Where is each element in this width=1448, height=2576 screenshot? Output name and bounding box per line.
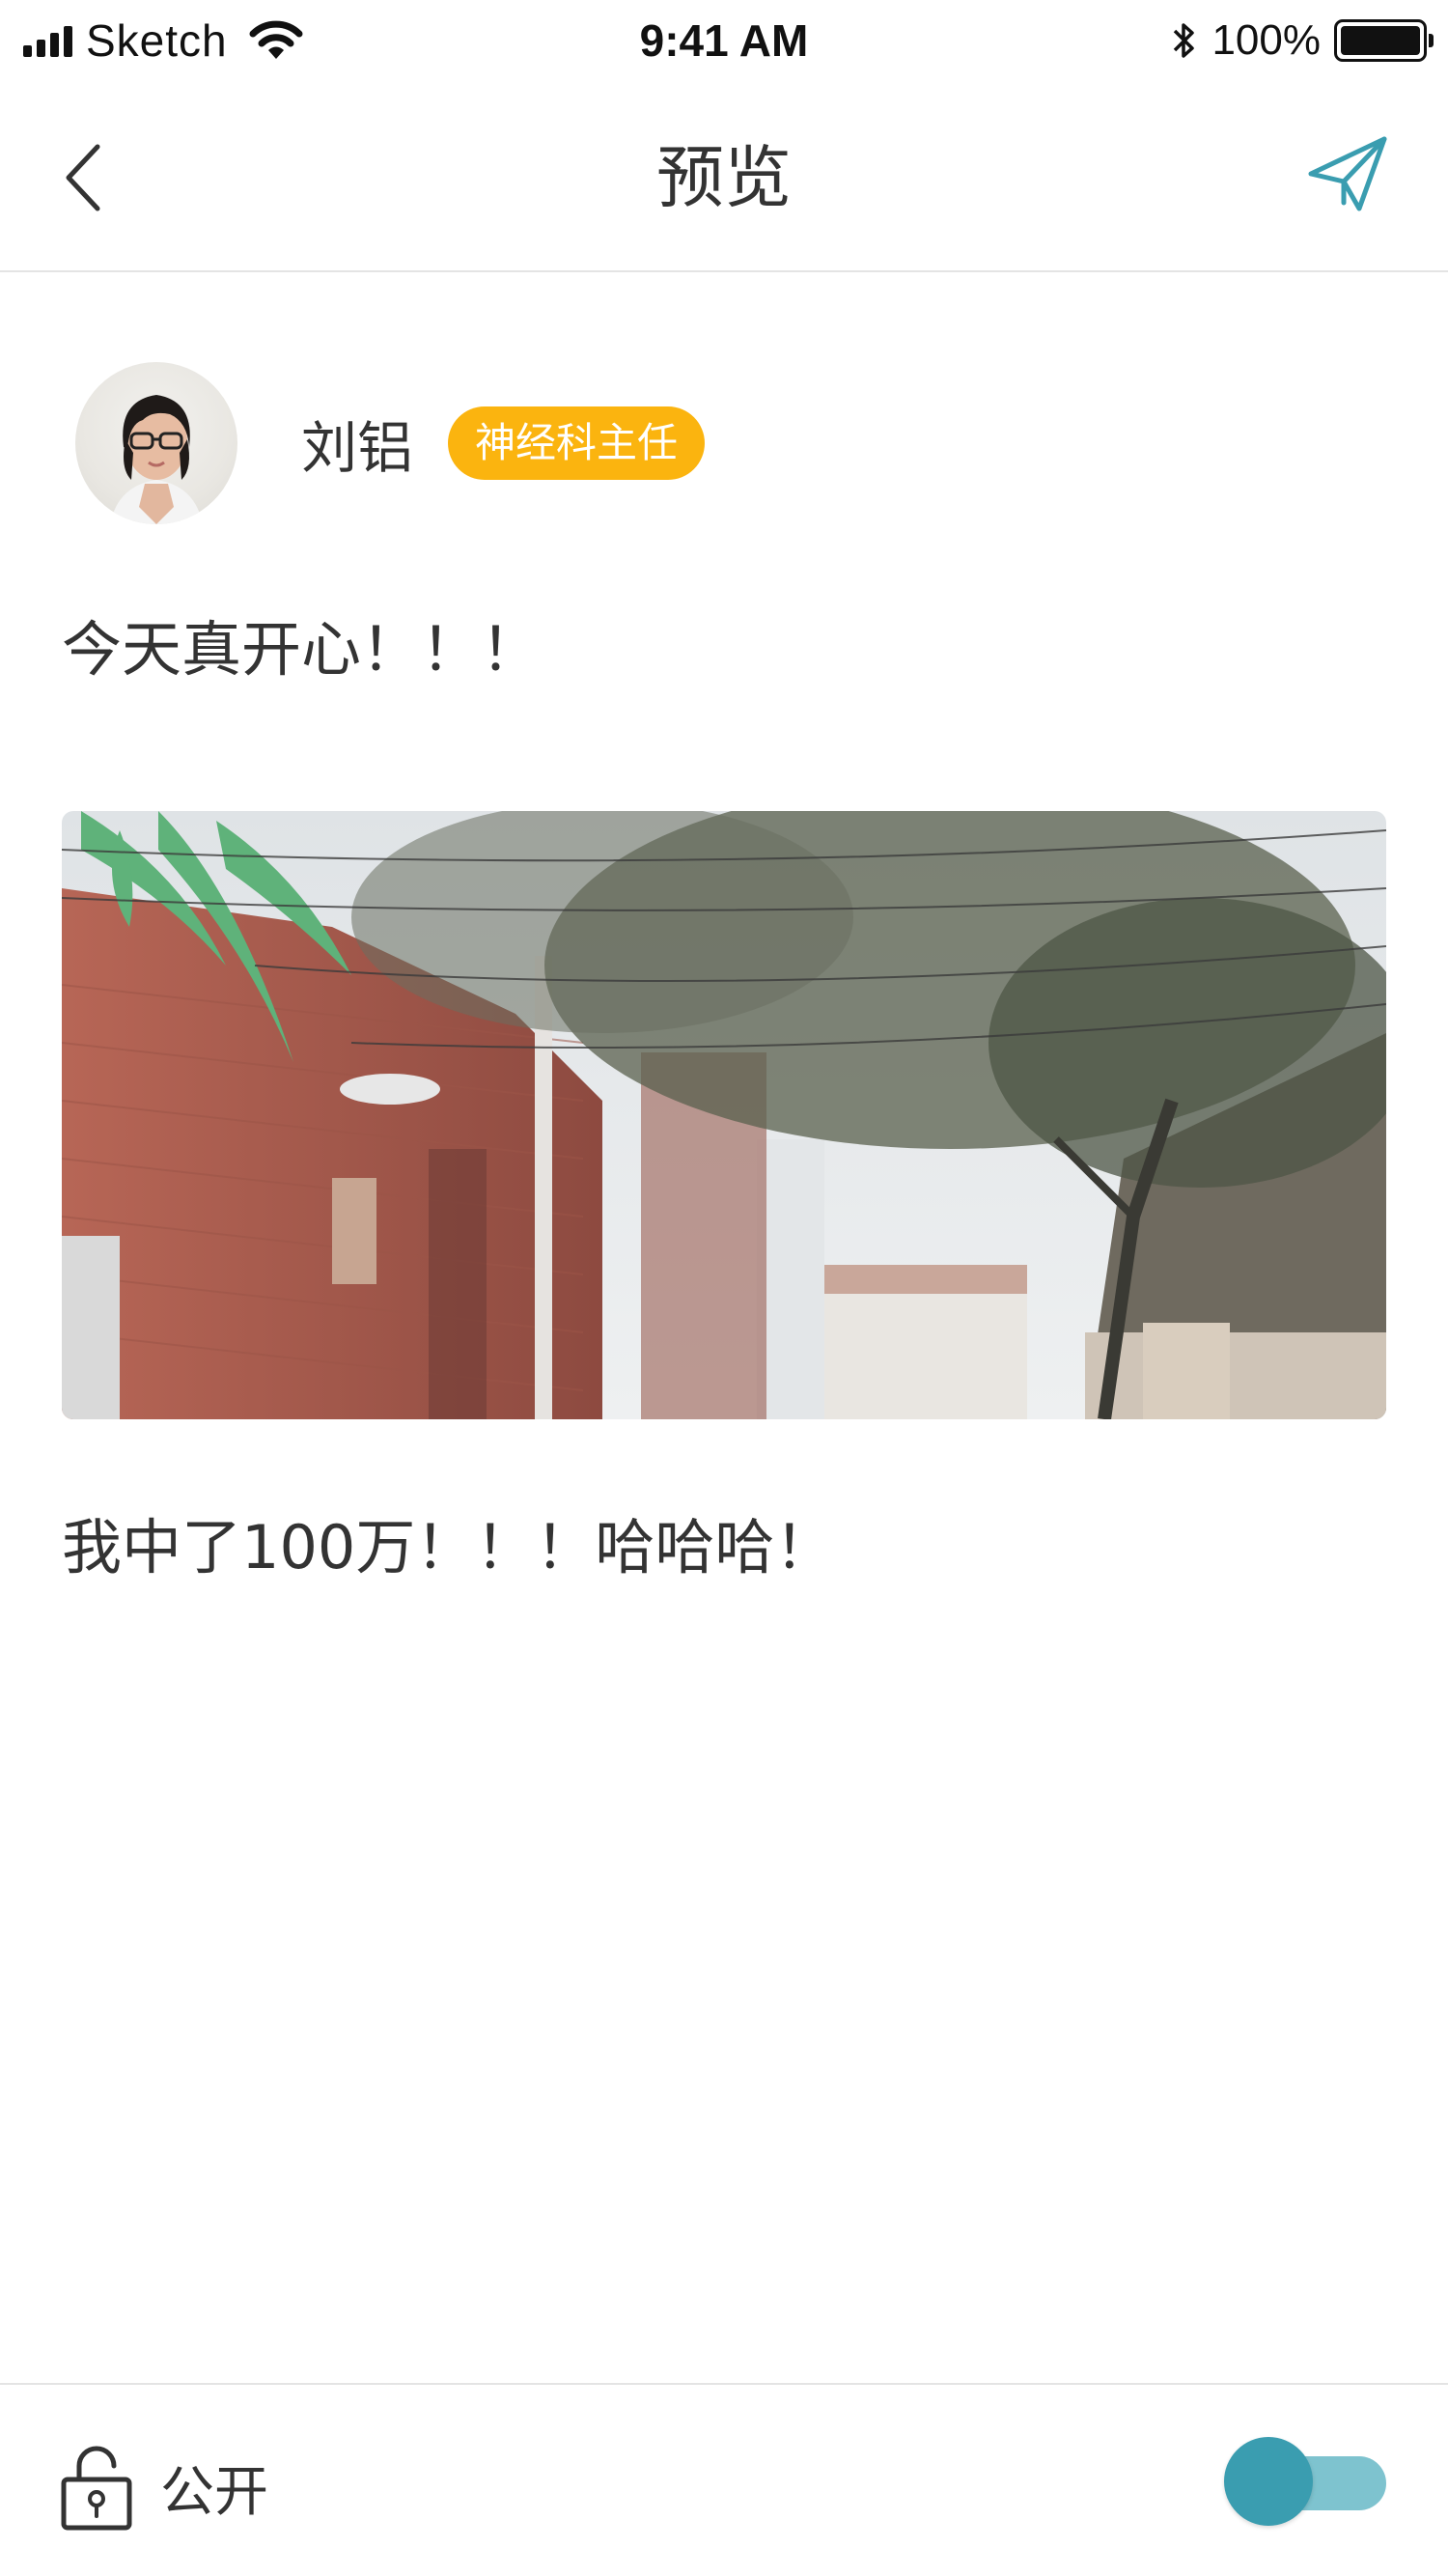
unlocked-padlock-icon: [61, 2446, 132, 2531]
post-author: 刘铝 神经科主任: [75, 361, 706, 525]
navigation-bar: 预览: [0, 81, 1448, 272]
avatar-portrait: [110, 395, 203, 524]
page-title: 预览: [656, 138, 792, 217]
toggle-knob: [1224, 2437, 1313, 2526]
author-name: 刘铝: [301, 415, 414, 481]
post-photo[interactable]: [62, 811, 1386, 1419]
battery-percent: 100%: [1211, 16, 1321, 64]
avatar[interactable]: [75, 362, 237, 524]
bottom-bar: 公开: [0, 2383, 1448, 2576]
bluetooth-icon: [1174, 23, 1195, 58]
battery-icon: [1334, 19, 1434, 62]
preview-screen: Sketch 9:41 AM 100% 预览 刘铝 神经科主任 今天真开心！！！…: [0, 0, 1448, 2576]
status-bar: Sketch 9:41 AM 100%: [0, 0, 1448, 81]
public-toggle[interactable]: [1224, 2435, 1386, 2528]
send-button[interactable]: [1303, 131, 1390, 218]
role-badge: 神经科主任: [448, 406, 706, 480]
status-right: 100%: [1171, 12, 1434, 70]
alley-photo-image: [62, 811, 1386, 1419]
post-text-1: 今天真开心！！！: [62, 614, 542, 685]
privacy-setting[interactable]: 公开: [60, 2439, 268, 2535]
paper-plane-icon: [1308, 136, 1387, 211]
privacy-label: 公开: [160, 2460, 268, 2524]
post-text-2: 我中了100万！！！哈哈哈！: [62, 1512, 835, 1582]
